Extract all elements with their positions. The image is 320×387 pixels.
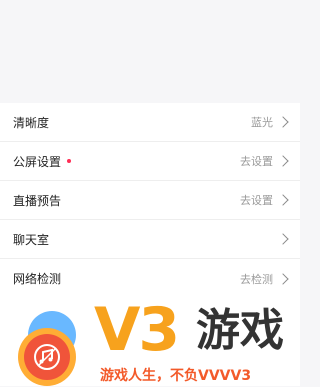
setting-row-live-preview[interactable]: 直播预告 去设置	[0, 181, 300, 220]
chevron-right-icon	[277, 233, 289, 245]
top-blank-area	[0, 0, 300, 103]
chevron-right-icon	[277, 155, 289, 167]
setting-row-chat-room[interactable]: 聊天室	[0, 220, 300, 259]
chevron-right-icon	[277, 194, 289, 206]
setting-label-public-screen: 公屏设置	[13, 154, 62, 169]
red-dot-badge	[67, 159, 72, 163]
setting-value-live-preview: 去设置	[240, 194, 273, 207]
setting-row-clarity[interactable]: 清晰度 蓝光	[0, 103, 300, 142]
chevron-right-icon	[277, 272, 289, 285]
setting-label-live-preview: 直播预告	[13, 193, 62, 208]
chevron-right-icon	[277, 116, 289, 128]
setting-label-network-check: 网络检测	[13, 272, 62, 286]
setting-value-network-check: 去检测	[240, 272, 273, 286]
bottom-area	[0, 298, 300, 386]
setting-row-network-check[interactable]: 网络检测 去检测	[0, 259, 300, 298]
setting-label-clarity: 清晰度	[13, 115, 50, 130]
setting-row-public-screen[interactable]: 公屏设置 去设置	[0, 142, 300, 181]
setting-value-clarity: 蓝光	[251, 116, 273, 129]
setting-label-chat-room: 聊天室	[13, 232, 50, 247]
settings-list: 清晰度 蓝光 公屏设置 去设置 直播预告 去设置 聊天室 网络检测 去检测	[0, 103, 300, 298]
setting-value-public-screen: 去设置	[240, 155, 273, 168]
